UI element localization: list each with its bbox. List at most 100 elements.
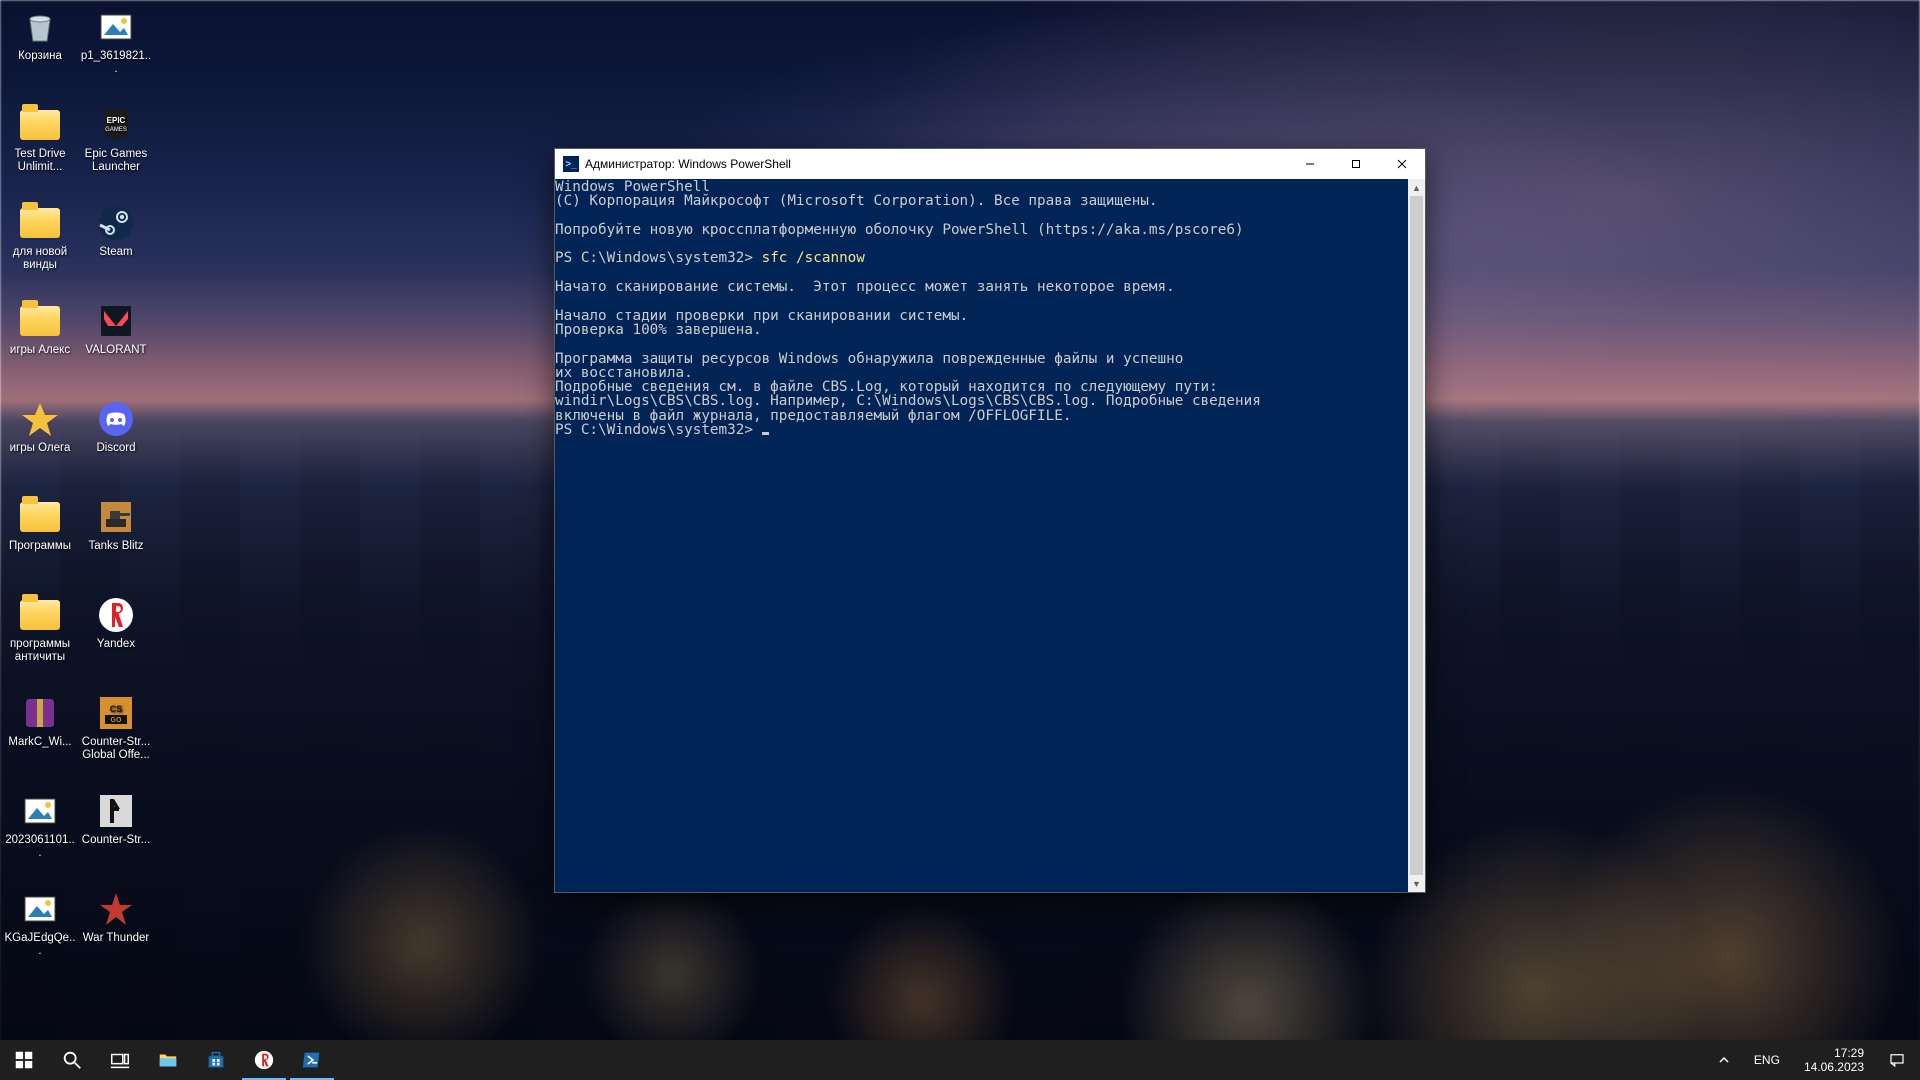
folder-programs-icon <box>19 496 61 538</box>
shortcut-yandex-icon <box>95 594 137 636</box>
folder-test-drive-label: Test Drive Unlimit... <box>4 148 76 174</box>
terminal-output[interactable]: Windows PowerShell (C) Корпорация Майкро… <box>555 179 1408 892</box>
task-view-button[interactable] <box>96 1040 144 1080</box>
shortcut-csgo[interactable]: CS GO Counter-Str... Global Offe... <box>78 688 154 770</box>
shortcut-epic[interactable]: EPIC GAMES Epic Games Launcher <box>78 100 154 182</box>
shortcut-epic-label: Epic Games Launcher <box>80 148 152 174</box>
image-20230611-label: 2023061101... <box>4 834 76 860</box>
minimize-button[interactable] <box>1287 149 1333 179</box>
shortcut-yandex[interactable]: Yandex <box>78 590 154 672</box>
window-titlebar[interactable]: >_ Администратор: Windows PowerShell <box>555 149 1425 179</box>
yandex-icon <box>253 1049 275 1071</box>
folder-anticheat-icon <box>19 594 61 636</box>
folder-new-windows[interactable]: для новой винды <box>2 198 78 280</box>
folder-games-alex-icon <box>19 300 61 342</box>
svg-text:CS: CS <box>110 704 123 714</box>
maximize-icon <box>1351 159 1361 169</box>
start-button[interactable] <box>0 1040 48 1080</box>
shortcut-yandex-label: Yandex <box>80 638 152 651</box>
archive-markc[interactable]: MarkC_Wi... <box>2 688 78 770</box>
taskbar-clock[interactable]: 17:29 14.06.2023 <box>1798 1046 1870 1074</box>
taskbar-powershell[interactable] <box>288 1040 336 1080</box>
taskbar: ENG 17:29 14.06.2023 <box>0 1040 1920 1080</box>
shortcut-cs16[interactable]: Counter-Str... <box>78 786 154 868</box>
taskbar-microsoft-store[interactable] <box>192 1040 240 1080</box>
scroll-track[interactable] <box>1408 196 1425 875</box>
shortcut-valorant-label: VALORANT <box>80 344 152 357</box>
shortcut-discord[interactable]: Discord <box>78 394 154 476</box>
shortcut-cs16-label: Counter-Str... <box>80 834 152 847</box>
close-button[interactable] <box>1379 149 1425 179</box>
shortcut-warthunder-icon <box>95 888 137 930</box>
powershell-icon: >_ <box>563 156 579 172</box>
shortcut-tanks-blitz-icon <box>95 496 137 538</box>
search-icon <box>61 1049 83 1071</box>
taskbar-yandex[interactable] <box>240 1040 288 1080</box>
notification-icon <box>1888 1051 1906 1069</box>
close-icon <box>1397 159 1407 169</box>
svg-text:GAMES: GAMES <box>105 127 127 133</box>
folder-games-alex-label: игры Алекс <box>4 344 76 357</box>
archive-markc-icon <box>19 692 61 734</box>
shortcut-cs16-icon <box>95 790 137 832</box>
vertical-scrollbar[interactable]: ▲ ▼ <box>1408 179 1425 892</box>
folder-test-drive-icon <box>19 104 61 146</box>
shortcut-csgo-label: Counter-Str... Global Offe... <box>80 736 152 762</box>
window-title: Администратор: Windows PowerShell <box>585 157 791 171</box>
folder-test-drive[interactable]: Test Drive Unlimit... <box>2 100 78 182</box>
minimize-icon <box>1305 159 1315 169</box>
scroll-thumb[interactable] <box>1410 196 1423 875</box>
clock-date: 14.06.2023 <box>1804 1060 1864 1074</box>
folder-games-oleg[interactable]: игры Олега <box>2 394 78 476</box>
svg-text:EPIC: EPIC <box>107 116 126 125</box>
task-view-icon <box>109 1049 131 1071</box>
folder-programs[interactable]: Программы <box>2 492 78 574</box>
maximize-button[interactable] <box>1333 149 1379 179</box>
folder-anticheat[interactable]: программы античиты <box>2 590 78 672</box>
powershell-taskbar-icon <box>301 1049 323 1071</box>
recycle-bin[interactable]: Корзина <box>2 2 78 84</box>
shortcut-steam[interactable]: Steam <box>78 198 154 280</box>
image-p1[interactable]: p1_3619821... <box>78 2 154 84</box>
action-center-button[interactable] <box>1882 1040 1912 1080</box>
folder-new-windows-label: для новой винды <box>4 246 76 272</box>
clock-time: 17:29 <box>1804 1046 1864 1060</box>
folder-games-oleg-icon <box>19 398 61 440</box>
folder-new-windows-icon <box>19 202 61 244</box>
image-p1-label: p1_3619821... <box>80 50 152 76</box>
shortcut-warthunder[interactable]: War Thunder <box>78 884 154 966</box>
scroll-down-button[interactable]: ▼ <box>1408 875 1425 892</box>
folder-programs-label: Программы <box>4 540 76 553</box>
svg-text:GO: GO <box>111 717 122 724</box>
file-kgajedgqe-icon <box>19 888 61 930</box>
language-indicator[interactable]: ENG <box>1748 1040 1786 1080</box>
tray-overflow-button[interactable] <box>1712 1040 1736 1080</box>
file-kgajedgqe-label: KGaJEdgQe... <box>4 932 76 958</box>
folder-anticheat-label: программы античиты <box>4 638 76 664</box>
shortcut-valorant[interactable]: VALORANT <box>78 296 154 378</box>
shortcut-discord-icon <box>95 398 137 440</box>
chevron-up-icon <box>1718 1054 1730 1066</box>
recycle-bin-label: Корзина <box>4 50 76 63</box>
image-20230611[interactable]: 2023061101... <box>2 786 78 868</box>
taskbar-file-explorer[interactable] <box>144 1040 192 1080</box>
system-tray: ENG 17:29 14.06.2023 <box>1712 1040 1920 1080</box>
shortcut-warthunder-label: War Thunder <box>80 932 152 945</box>
image-20230611-icon <box>19 790 61 832</box>
shortcut-discord-label: Discord <box>80 442 152 455</box>
windows-icon <box>13 1049 35 1071</box>
desktop-icons: Корзина p1_3619821... Test Drive Unlimit..… <box>2 2 154 966</box>
shortcut-tanks-blitz-label: Tanks Blitz <box>80 540 152 553</box>
powershell-window: >_ Администратор: Windows PowerShell Win… <box>554 148 1426 893</box>
shortcut-tanks-blitz[interactable]: Tanks Blitz <box>78 492 154 574</box>
shortcut-csgo-icon: CS GO <box>95 692 137 734</box>
image-p1-icon <box>95 6 137 48</box>
search-button[interactable] <box>48 1040 96 1080</box>
file-explorer-icon <box>157 1049 179 1071</box>
folder-games-oleg-label: игры Олега <box>4 442 76 455</box>
shortcut-valorant-icon <box>95 300 137 342</box>
folder-games-alex[interactable]: игры Алекс <box>2 296 78 378</box>
file-kgajedgqe[interactable]: KGaJEdgQe... <box>2 884 78 966</box>
archive-markc-label: MarkC_Wi... <box>4 736 76 749</box>
scroll-up-button[interactable]: ▲ <box>1408 179 1425 196</box>
